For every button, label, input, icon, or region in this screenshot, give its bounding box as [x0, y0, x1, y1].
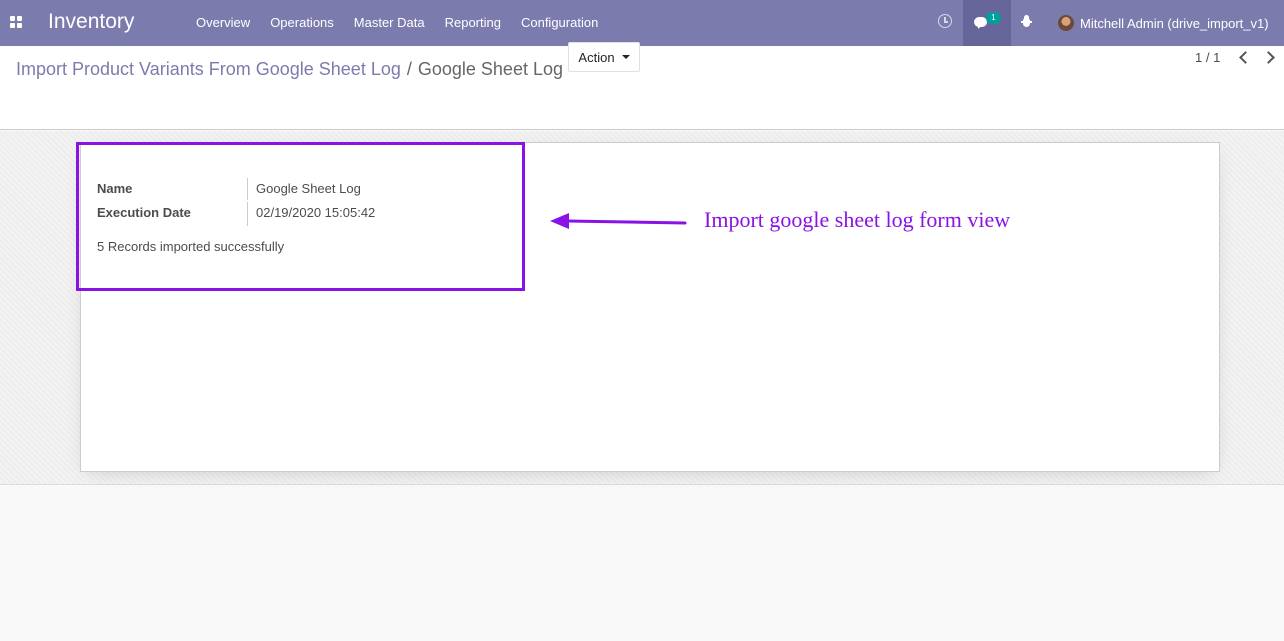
top-navbar: Inventory Overview Operations Master Dat…: [0, 0, 1284, 46]
field-label-name: Name: [97, 181, 133, 196]
field-divider: [247, 178, 248, 200]
user-name: Mitchell Admin (drive_import_v1): [1080, 15, 1269, 31]
chat-count-badge: 1: [986, 12, 1001, 24]
user-menu[interactable]: Mitchell Admin (drive_import_v1): [1058, 0, 1269, 46]
breadcrumb-separator: /: [406, 59, 412, 79]
breadcrumb: Import Product Variants From Google Shee…: [16, 59, 563, 80]
caret-down-icon: [621, 55, 630, 59]
menu-item-operations[interactable]: Operations: [260, 0, 344, 46]
menu-item-master-data[interactable]: Master Data: [344, 0, 435, 46]
form-sheet: [80, 142, 1220, 472]
field-label-execution-date: Execution Date: [97, 205, 191, 220]
chevron-left-icon[interactable]: [1239, 52, 1248, 61]
pager-counter[interactable]: 1 / 1: [1195, 50, 1220, 65]
field-value-name[interactable]: Google Sheet Log: [256, 181, 361, 196]
app-title[interactable]: Inventory: [48, 10, 134, 34]
messaging-button[interactable]: 1: [963, 0, 1011, 46]
menu-item-overview[interactable]: Overview: [186, 0, 260, 46]
apps-menu-icon[interactable]: [10, 16, 23, 29]
main-menu: Overview Operations Master Data Reportin…: [186, 0, 608, 46]
breadcrumb-parent-link[interactable]: Import Product Variants From Google Shee…: [16, 59, 401, 80]
breadcrumb-current: Google Sheet Log: [417, 59, 563, 79]
action-dropdown-button[interactable]: Action: [568, 42, 640, 72]
field-divider: [247, 202, 248, 226]
debug-bug-icon[interactable]: [1021, 15, 1032, 28]
menu-item-configuration[interactable]: Configuration: [511, 0, 608, 46]
activity-clock-icon[interactable]: [938, 14, 952, 28]
control-panel: Import Product Variants From Google Shee…: [0, 46, 1284, 130]
menu-item-reporting[interactable]: Reporting: [435, 0, 511, 46]
annotation-arrow-icon: [550, 213, 687, 229]
chevron-right-icon[interactable]: [1264, 52, 1273, 61]
annotation-text: Import google sheet log form view: [704, 207, 1011, 232]
action-label: Action: [578, 49, 615, 65]
field-value-execution-date[interactable]: 02/19/2020 15:05:42: [256, 205, 375, 220]
log-message: 5 Records imported successfully: [97, 239, 285, 254]
avatar: [1058, 15, 1074, 31]
